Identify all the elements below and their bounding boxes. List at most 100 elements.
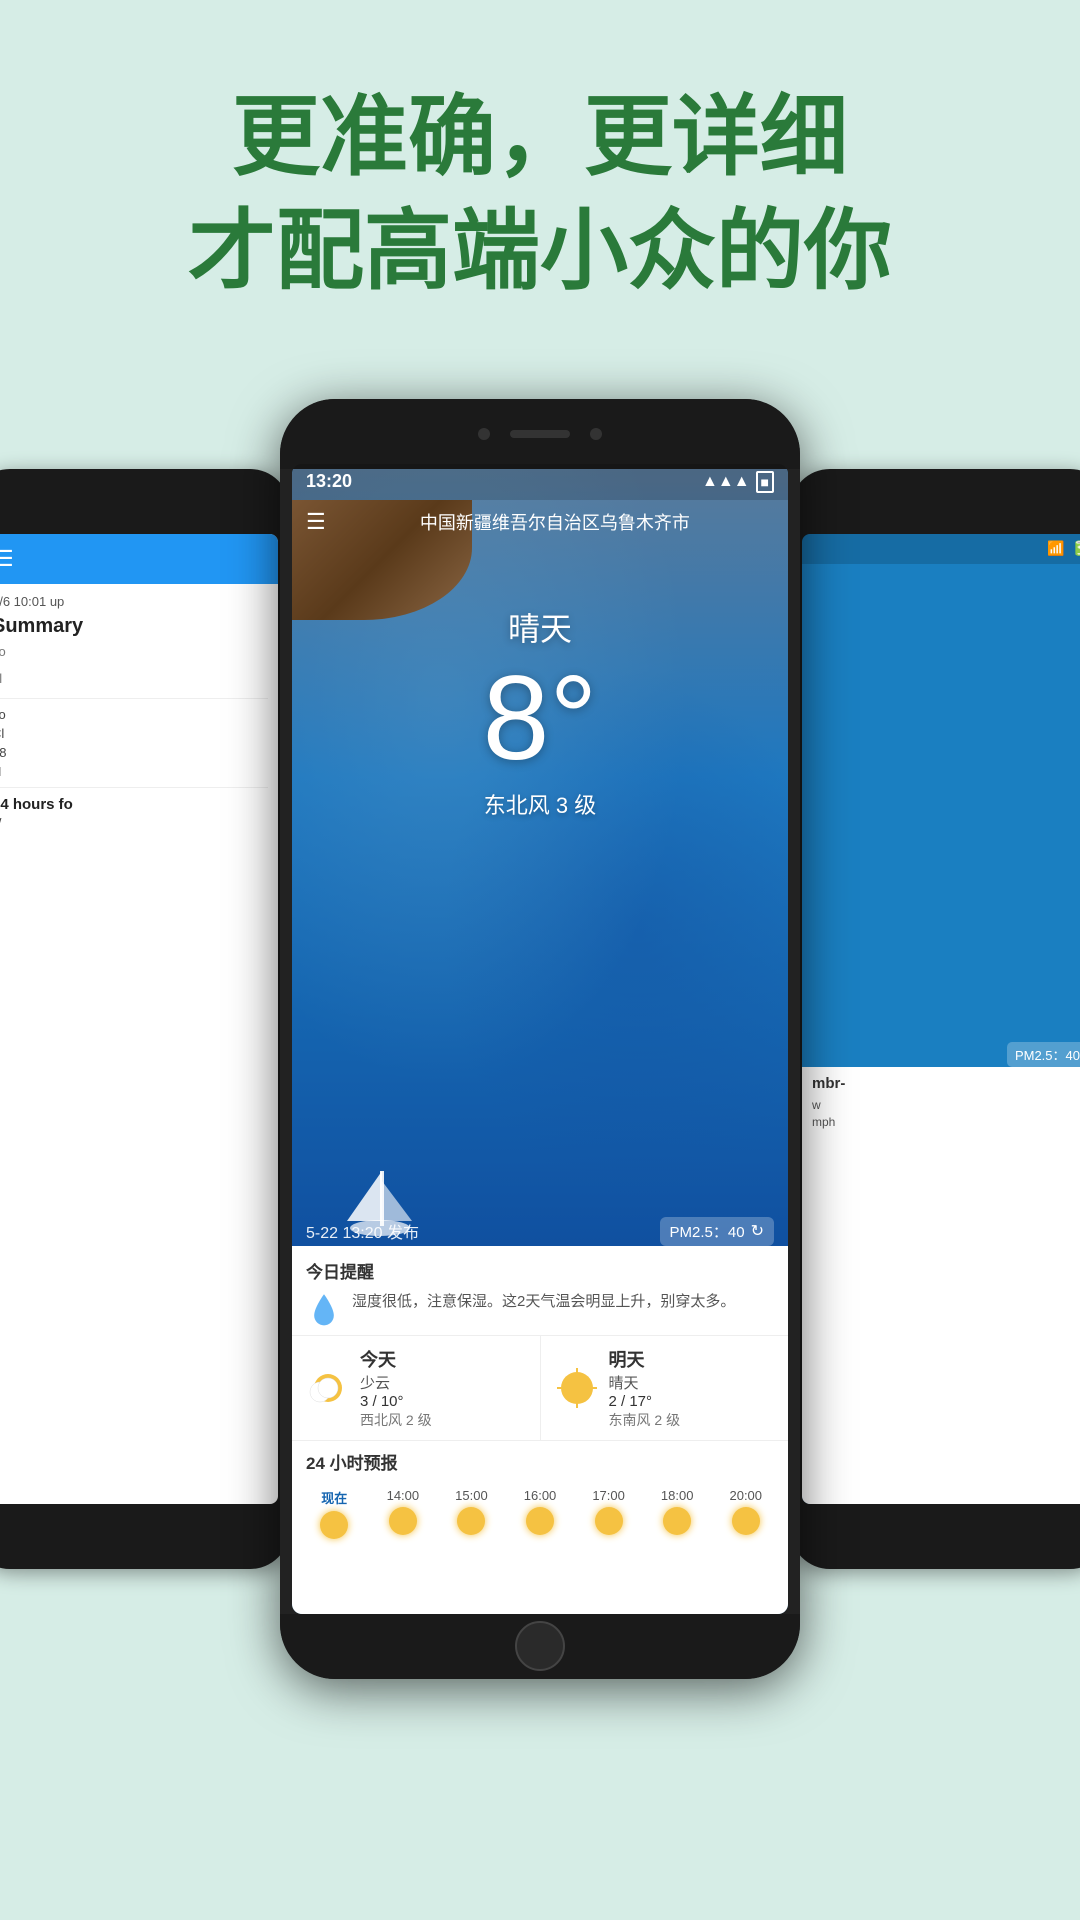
left-data-row2: Cl bbox=[0, 726, 268, 741]
hourly-sun-18 bbox=[663, 1507, 691, 1535]
hourly-header: 24 小时预报 bbox=[292, 1441, 788, 1488]
left-desc-line1: To bbox=[0, 644, 268, 659]
right-phone-screen: 📶 🔋 PM2.5：40 mbr- w mph bbox=[802, 534, 1080, 1504]
reminder-content: 湿度很低，注意保湿。这2天气温会明显上升，别穿太多。 bbox=[306, 1291, 774, 1327]
tomorrow-forecast: 明天 晴天 2 / 17° 东南风 2 级 bbox=[541, 1336, 789, 1440]
hourly-title: 24 小时预报 bbox=[306, 1449, 774, 1474]
left-data-row3: 18 bbox=[0, 745, 268, 760]
today-label: 今天 bbox=[360, 1346, 432, 1372]
right-section-title: mbr- bbox=[812, 1075, 1080, 1092]
menu-icon[interactable]: ☰ bbox=[306, 509, 326, 535]
today-info: 今天 少云 3 / 10° 西北风 2 级 bbox=[360, 1346, 432, 1430]
hourly-item-18: 18:00 bbox=[645, 1488, 710, 1539]
tomorrow-wind: 东南风 2 级 bbox=[609, 1410, 681, 1430]
promo-headline: 更准确，更详细 才配高端小众的你 bbox=[0, 80, 1080, 309]
hourly-time-now: 现在 bbox=[302, 1488, 367, 1507]
right-battery-icon: 🔋 bbox=[1071, 540, 1080, 557]
tomorrow-temp: 2 / 17° bbox=[609, 1393, 681, 1410]
speaker-dot bbox=[510, 430, 570, 438]
hourly-item-16: 16:00 bbox=[508, 1488, 573, 1539]
wifi-icon: ▲▲▲ bbox=[702, 473, 750, 491]
right-wifi-icon: 📶 bbox=[1047, 540, 1064, 557]
right-row2: mph bbox=[812, 1115, 1080, 1129]
promo-line1: 更准确，更详细 bbox=[232, 87, 848, 186]
hourly-item-17: 17:00 bbox=[576, 1488, 641, 1539]
tomorrow-weather-icon bbox=[555, 1366, 599, 1410]
camera-dot bbox=[478, 428, 490, 440]
today-reminder: 今日提醒 湿度很低，注意保湿。这2天气温会明显上升，别穿太多。 bbox=[292, 1246, 788, 1336]
right-pm-badge: PM2.5：40 bbox=[1007, 1042, 1080, 1067]
hourly-time-14: 14:00 bbox=[371, 1488, 436, 1503]
hourly-sun-16 bbox=[526, 1507, 554, 1535]
reminder-title: 今日提醒 bbox=[306, 1258, 774, 1283]
weather-info: 晴天 8° 东北风 3 级 bbox=[292, 604, 788, 820]
left-divider1 bbox=[0, 698, 268, 699]
left-phone-screen: ☰ 1/6 10:01 up Summary To el To Cl 18 N … bbox=[0, 534, 278, 1504]
promo-text-container: 更准确，更详细 才配高端小众的你 bbox=[0, 0, 1080, 369]
refresh-icon[interactable]: ↻ bbox=[751, 1221, 764, 1241]
hourly-item-now: 现在 bbox=[302, 1488, 367, 1539]
weather-wind: 东北风 3 级 bbox=[484, 788, 596, 820]
today-condition: 少云 bbox=[360, 1372, 432, 1393]
hourly-sun-20 bbox=[732, 1507, 760, 1535]
left-top-bar: ☰ bbox=[0, 534, 278, 584]
left-low-label: w bbox=[0, 813, 268, 828]
left-divider2 bbox=[0, 787, 268, 788]
promo-line2: 才配高端小众的你 bbox=[188, 201, 892, 300]
phone-left: ☰ 1/6 10:01 up Summary To el To Cl 18 N … bbox=[0, 469, 290, 1569]
status-bar: 13:20 ▲▲▲ ■ bbox=[292, 464, 788, 500]
tomorrow-condition: 晴天 bbox=[609, 1372, 681, 1393]
weather-condition: 晴天 bbox=[508, 604, 572, 650]
left-data-row1: To bbox=[0, 707, 268, 722]
phone-bezel-bottom bbox=[280, 1614, 800, 1679]
tomorrow-info: 明天 晴天 2 / 17° 东南风 2 级 bbox=[609, 1346, 681, 1430]
today-temp: 3 / 10° bbox=[360, 1393, 432, 1410]
right-white-content: mbr- w mph bbox=[802, 1067, 1080, 1140]
sensor-dot bbox=[590, 428, 602, 440]
today-weather-icon bbox=[306, 1366, 350, 1410]
weather-temperature: 8° bbox=[483, 658, 598, 778]
phone-right: 📶 🔋 PM2.5：40 mbr- w mph bbox=[790, 469, 1080, 1569]
left-24h-label: 24 hours fo bbox=[0, 796, 268, 813]
publish-time: 5-22 13:20 发布 bbox=[306, 1219, 419, 1243]
hourly-sun-now bbox=[320, 1511, 348, 1539]
phone-screen: 13:20 ▲▲▲ ■ ☰ 中国新疆维吾尔自治区乌鲁木齐市 晴天 8° 东北风 … bbox=[292, 464, 788, 1614]
right-white-panel: mbr- w mph bbox=[802, 1067, 1080, 1504]
hourly-item-14: 14:00 bbox=[371, 1488, 436, 1539]
location-bar: ☰ 中国新疆维吾尔自治区乌鲁木齐市 bbox=[292, 500, 788, 544]
weather-bg bbox=[292, 464, 788, 1246]
hourly-sun-14 bbox=[389, 1507, 417, 1535]
left-date: 1/6 10:01 up bbox=[0, 594, 268, 609]
hourly-row: 现在 14:00 15:00 16:00 bbox=[292, 1488, 788, 1539]
white-panel: 今日提醒 湿度很低，注意保湿。这2天气温会明显上升，别穿太多。 bbox=[292, 1246, 788, 1614]
tomorrow-label: 明天 bbox=[609, 1346, 681, 1372]
right-status-bar: 📶 🔋 bbox=[802, 534, 1080, 564]
left-menu-icon[interactable]: ☰ bbox=[0, 546, 14, 572]
pm25-badge: PM2.5：40 ↻ bbox=[660, 1217, 774, 1246]
hourly-time-18: 18:00 bbox=[645, 1488, 710, 1503]
location-text: 中国新疆维吾尔自治区乌鲁木齐市 bbox=[336, 509, 774, 535]
phone-bezel-top bbox=[280, 399, 800, 469]
today-wind: 西北风 2 级 bbox=[360, 1410, 432, 1430]
right-row1: w bbox=[812, 1098, 1080, 1112]
today-forecast: 今天 少云 3 / 10° 西北风 2 级 bbox=[292, 1336, 541, 1440]
hourly-sun-15 bbox=[457, 1507, 485, 1535]
water-drop-icon bbox=[306, 1291, 342, 1327]
hourly-item-20: 20:00 bbox=[713, 1488, 778, 1539]
reminder-text: 湿度很低，注意保湿。这2天气温会明显上升，别穿太多。 bbox=[352, 1291, 735, 1314]
pm25-value: PM2.5：40 bbox=[670, 1221, 745, 1242]
left-content: 1/6 10:01 up Summary To el To Cl 18 N 24… bbox=[0, 584, 278, 842]
hourly-time-15: 15:00 bbox=[439, 1488, 504, 1503]
hourly-item-15: 15:00 bbox=[439, 1488, 504, 1539]
left-data-row4: N bbox=[0, 764, 268, 779]
daily-forecast: 今天 少云 3 / 10° 西北风 2 级 bbox=[292, 1336, 788, 1441]
status-time: 13:20 bbox=[306, 471, 352, 492]
left-desc-line2: el bbox=[0, 671, 268, 686]
status-icons: ▲▲▲ ■ bbox=[702, 471, 774, 493]
hourly-time-20: 20:00 bbox=[713, 1488, 778, 1503]
hourly-sun-17 bbox=[595, 1507, 623, 1535]
phones-container: ☰ 1/6 10:01 up Summary To el To Cl 18 N … bbox=[0, 369, 1080, 1749]
home-button[interactable] bbox=[515, 1621, 565, 1671]
bottom-info-bar: 5-22 13:20 发布 PM2.5：40 ↻ bbox=[292, 1217, 788, 1246]
battery-icon: ■ bbox=[756, 471, 774, 493]
